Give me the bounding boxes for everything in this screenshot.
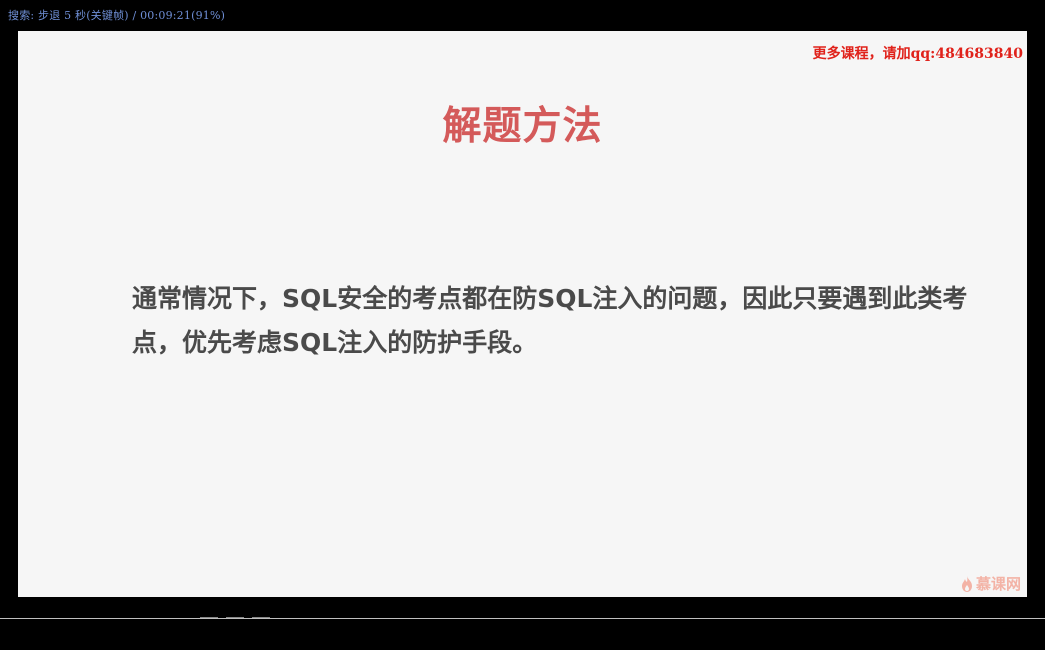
seek-bar[interactable] [0,617,1045,619]
seek-bar-progress [0,618,951,619]
promo-text: 更多课程，请加qq:484683840 [812,46,1023,62]
video-player[interactable]: 搜索: 步退 5 秒(关键帧) / 00:09:21(91%) 更多课程，请加q… [0,0,1045,650]
video-frame[interactable]: 更多课程，请加qq:484683840 解题方法 通常情况下，SQL安全的考点都… [18,31,1027,597]
slide-body-text: 通常情况下，SQL安全的考点都在防SQL注入的问题，因此只要遇到此类考点，优先考… [132,284,968,357]
watermark-logo: 慕课网 [961,573,1021,594]
watermark-text: 慕课网 [975,575,1021,593]
slide-title: 解题方法 [442,104,603,149]
osd-status-text: 搜索: 步退 5 秒(关键帧) / 00:09:21(91%) [8,9,226,22]
seek-bar-marks [200,617,270,618]
flame-icon [961,575,973,592]
